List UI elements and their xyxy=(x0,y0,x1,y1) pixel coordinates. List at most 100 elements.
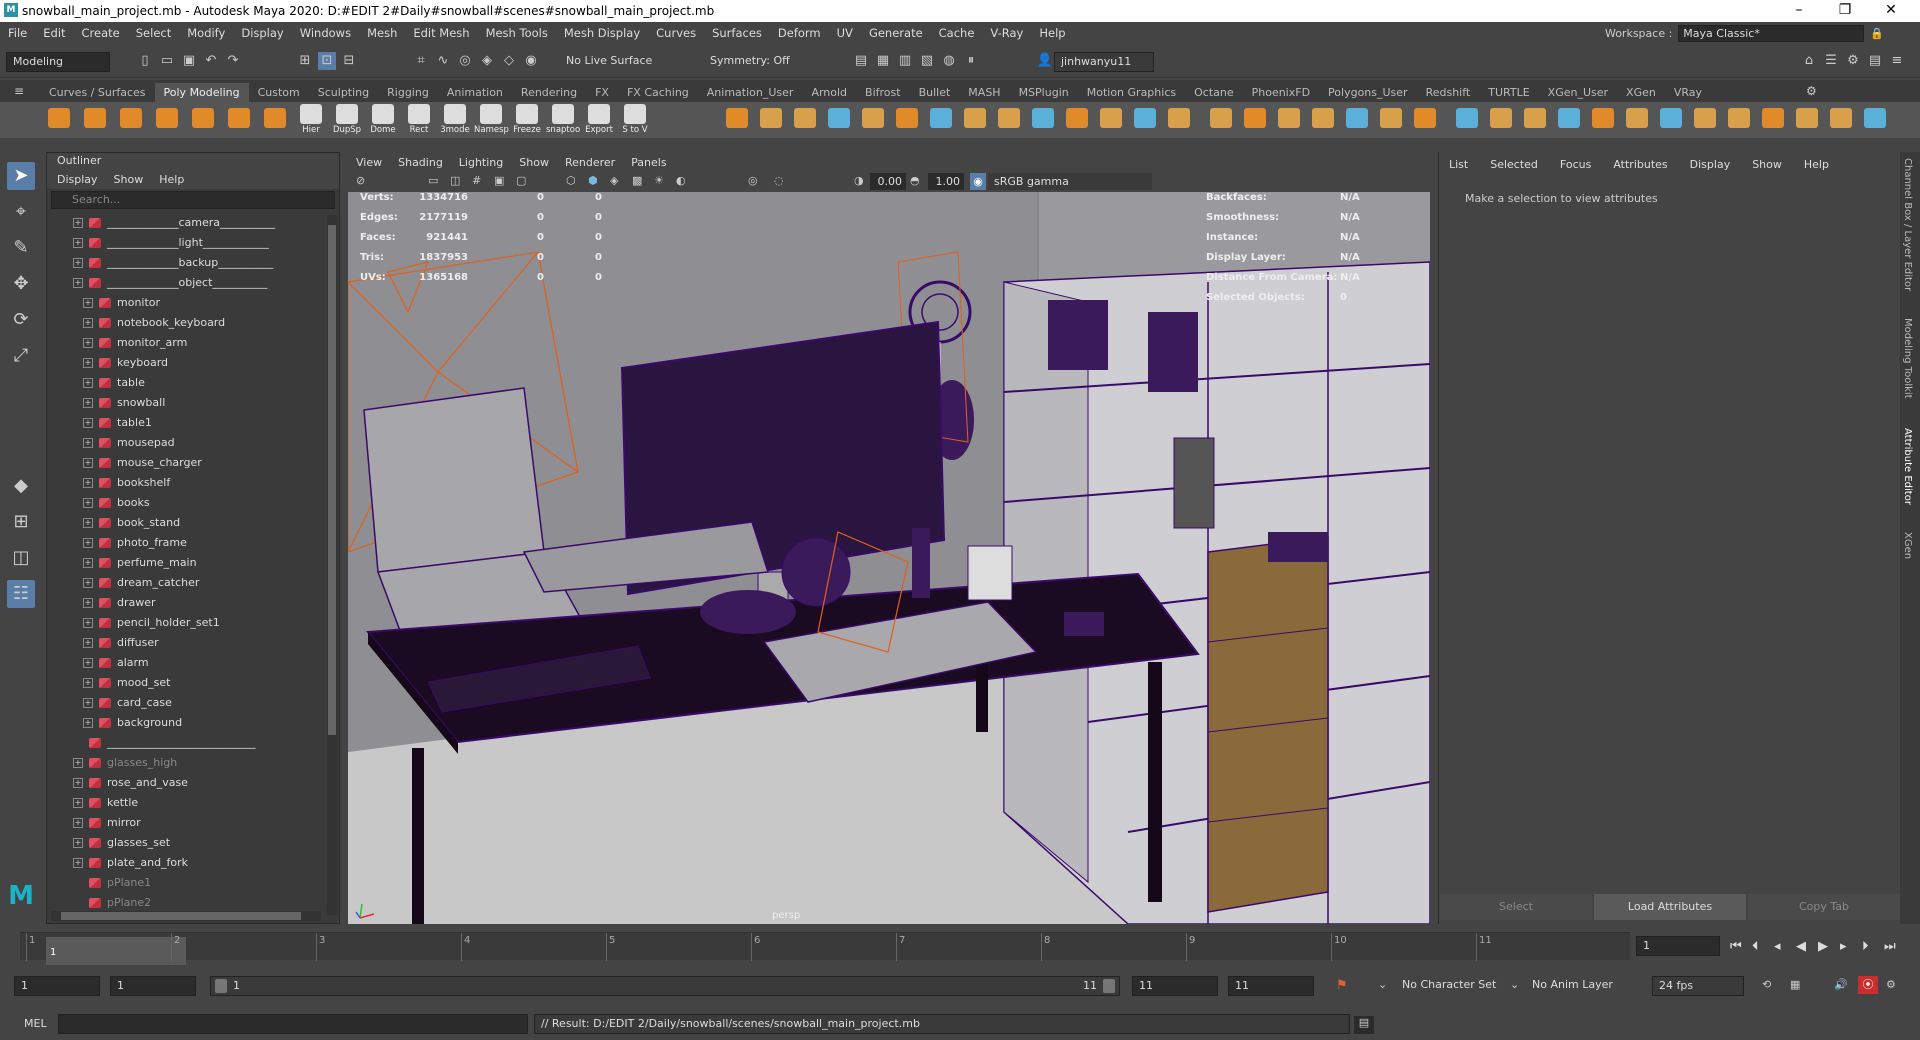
outliner-item[interactable]: + table1 xyxy=(83,413,152,433)
menu-item-deform[interactable]: Deform xyxy=(770,26,829,40)
shelf-tab-bullet[interactable]: Bullet xyxy=(910,83,960,102)
copy-tab-button[interactable]: Copy Tab xyxy=(1748,894,1900,920)
attribute-editor-menu-attributes[interactable]: Attributes xyxy=(1613,158,1667,171)
mel-command-input[interactable] xyxy=(58,1014,528,1034)
shelf-tab-phoenixfd[interactable]: PhoenixFD xyxy=(1243,83,1319,102)
expand-icon[interactable]: + xyxy=(83,498,93,508)
step-back-frame-icon[interactable]: ⏴ xyxy=(1752,939,1759,954)
menu-item-select[interactable]: Select xyxy=(128,26,179,40)
viewport-menu-shading[interactable]: Shading xyxy=(398,156,443,169)
resolution-gate-icon[interactable]: ▢ xyxy=(516,174,526,187)
menu-item-windows[interactable]: Windows xyxy=(292,26,359,40)
hypershade-icon[interactable]: ◍ xyxy=(940,52,958,70)
outliner-menu-display[interactable]: Display xyxy=(57,173,98,186)
menu-item-surfaces[interactable]: Surfaces xyxy=(704,26,770,40)
poly-primitive-icon[interactable] xyxy=(226,104,252,136)
shelf-tool-icon[interactable] xyxy=(1098,104,1124,136)
expand-icon[interactable]: + xyxy=(83,618,93,628)
snap-view-icon[interactable]: ◈ xyxy=(478,52,496,70)
outliner-item[interactable]: + card_case xyxy=(83,693,172,713)
expand-icon[interactable]: + xyxy=(73,798,83,808)
shelf-tab-rendering[interactable]: Rendering xyxy=(512,83,586,102)
expand-icon[interactable]: + xyxy=(83,438,93,448)
shelf-tool-icon[interactable] xyxy=(826,104,852,136)
outliner-item[interactable]: + mousepad xyxy=(83,433,175,453)
menu-item-file[interactable]: File xyxy=(0,26,35,40)
current-frame-marker[interactable] xyxy=(46,937,186,965)
shelf-button-rect[interactable]: Rect xyxy=(402,104,436,136)
anim-prefs-icon[interactable]: ⚙ xyxy=(1886,978,1896,991)
shelf-tool-icon[interactable] xyxy=(1862,104,1888,136)
shelf-tool-icon[interactable] xyxy=(1828,104,1854,136)
step-back-key-icon[interactable]: ◂ xyxy=(1774,939,1781,954)
gamma-icon[interactable]: ◓ xyxy=(910,174,920,187)
menu-item-mesh-display[interactable]: Mesh Display xyxy=(556,26,648,40)
expand-icon[interactable]: + xyxy=(83,558,93,568)
3d-scene[interactable]: Verts: 1334716 0 0 Edges: 2177119 0 0 Faces: 9214… xyxy=(348,192,1430,924)
script-editor-icon[interactable]: ▤ xyxy=(1354,1016,1374,1034)
menu-item-modify[interactable]: Modify xyxy=(179,26,233,40)
character-set-chevron-icon[interactable]: ⌄ xyxy=(1378,978,1387,991)
expand-icon[interactable]: + xyxy=(83,598,93,608)
four-view-layout-icon[interactable]: ⊞ xyxy=(7,508,35,536)
shelf-tab-msplugin[interactable]: MSPlugin xyxy=(1010,83,1078,102)
expand-icon[interactable]: + xyxy=(83,658,93,668)
shelf-tool-icon[interactable] xyxy=(860,104,886,136)
shelf-button-hier[interactable]: Hier xyxy=(294,104,328,136)
viewport-menu-panels[interactable]: Panels xyxy=(631,156,666,169)
attribute-editor-menu-display[interactable]: Display xyxy=(1690,158,1731,171)
attribute-editor-menu-focus[interactable]: Focus xyxy=(1560,158,1591,171)
shelf-tool-icon[interactable] xyxy=(1488,104,1514,136)
outliner-menu-show[interactable]: Show xyxy=(114,173,144,186)
shelf-tool-icon[interactable] xyxy=(1378,104,1404,136)
shelf-tab-turtle[interactable]: TURTLE xyxy=(1479,83,1538,102)
start-time-field[interactable]: 1 xyxy=(14,976,100,996)
poly-primitive-icon[interactable] xyxy=(190,104,216,136)
viewport-menu-lighting[interactable]: Lighting xyxy=(459,156,503,169)
menu-item-generate[interactable]: Generate xyxy=(861,26,931,40)
step-forward-frame-icon[interactable]: ⏵ xyxy=(1862,939,1869,954)
outliner-item[interactable]: + alarm xyxy=(83,653,149,673)
fps-dropdown[interactable]: 24 fps xyxy=(1652,976,1744,996)
color-management-icon[interactable]: ◉ xyxy=(970,173,986,190)
playback-end-field[interactable]: 11 xyxy=(1132,976,1218,996)
shelf-tool-icon[interactable] xyxy=(928,104,954,136)
auto-keyframe-toggle-icon[interactable]: ⦿ xyxy=(1858,976,1878,994)
shelf-tab-mash[interactable]: MASH xyxy=(959,83,1009,102)
lock-icon[interactable]: 🔒 xyxy=(1870,27,1884,40)
poly-primitive-icon[interactable] xyxy=(82,104,108,136)
timeline-track[interactable]: 1 1 2 3 4 5 6 7 8 9 10 11 xyxy=(20,932,1630,965)
new-scene-icon[interactable]: ▯ xyxy=(136,52,154,70)
channel-box-tab[interactable]: Channel Box / Layer Editor xyxy=(1902,158,1913,291)
shelf-tool-icon[interactable] xyxy=(724,104,750,136)
outliner-menu-help[interactable]: Help xyxy=(159,173,184,186)
poly-primitive-icon[interactable] xyxy=(46,104,72,136)
expand-icon[interactable]: + xyxy=(83,398,93,408)
minimize-button[interactable]: – xyxy=(1776,0,1822,22)
shelf-tool-icon[interactable] xyxy=(1310,104,1336,136)
command-language-toggle[interactable]: MEL xyxy=(24,1017,47,1030)
xray-icon[interactable]: ◌ xyxy=(774,174,784,187)
sound-icon[interactable]: 🔊 xyxy=(1834,978,1848,991)
menu-item-v-ray[interactable]: V-Ray xyxy=(982,26,1031,40)
shelf-tab-arnold[interactable]: Arnold xyxy=(802,83,856,102)
shelf-tool-icon[interactable] xyxy=(1590,104,1616,136)
expand-icon[interactable]: + xyxy=(83,318,93,328)
load-attributes-button[interactable]: Load Attributes xyxy=(1594,894,1746,920)
outliner-item[interactable]: + bookshelf xyxy=(83,473,170,493)
render-current-icon[interactable]: ▦ xyxy=(874,52,892,70)
expand-icon[interactable]: + xyxy=(73,838,83,848)
attribute-editor-menu-help[interactable]: Help xyxy=(1804,158,1829,171)
outliner-item[interactable]: + kettle xyxy=(73,793,138,813)
move-tool-icon[interactable]: ✥ xyxy=(7,270,35,298)
outliner-item[interactable]: + background xyxy=(83,713,182,733)
expand-icon[interactable]: + xyxy=(83,698,93,708)
expand-icon[interactable]: + xyxy=(73,278,83,288)
user-account-dropdown[interactable]: jinhwanyu11 xyxy=(1054,52,1154,72)
shelf-tab-sculpting[interactable]: Sculpting xyxy=(309,83,378,102)
shelf-tab-fx-caching[interactable]: FX Caching xyxy=(618,83,698,102)
shelf-button-dupsp[interactable]: DupSp xyxy=(330,104,364,136)
outliner-item[interactable]: + mirror xyxy=(73,813,141,833)
auto-key-icon[interactable]: ⚑ xyxy=(1336,978,1348,993)
menu-item-uv[interactable]: UV xyxy=(829,26,861,40)
